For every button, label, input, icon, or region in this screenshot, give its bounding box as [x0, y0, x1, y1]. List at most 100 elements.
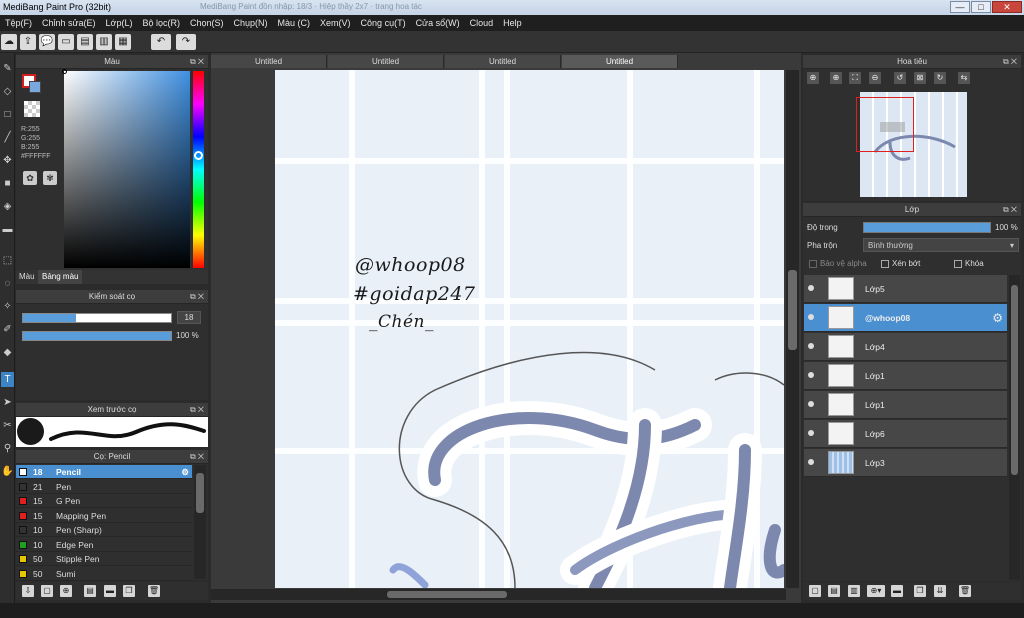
delete-icon[interactable]: 🗑 [148, 585, 160, 597]
document-icon[interactable]: ▤ [77, 34, 93, 50]
layer-row[interactable]: Lớp1 [804, 391, 1007, 419]
brush-item[interactable]: 18 Pencil ⚙ [16, 465, 192, 479]
tab-palette[interactable]: Bảng màu [38, 270, 83, 284]
fit-icon[interactable]: ⛶ [849, 72, 861, 84]
eye-icon[interactable] [808, 459, 814, 465]
canvas-horizontal-scrollbar[interactable] [211, 589, 786, 600]
layer-row[interactable]: Lớp6 [804, 420, 1007, 448]
brush-size-slider[interactable] [22, 313, 172, 323]
brush-size-value[interactable]: 18 [177, 311, 201, 324]
layer-folder-icon[interactable]: ▬ [891, 585, 903, 597]
menu-window[interactable]: Cửa sổ(W) [411, 18, 465, 28]
gear-icon[interactable]: ⚙ [992, 311, 1003, 325]
eyedropper-icon[interactable]: ⚲ [1, 441, 14, 456]
protect-alpha-checkbox[interactable]: Bảo vệ alpha [809, 259, 867, 268]
brush-item[interactable]: 50 Sumi [16, 567, 192, 581]
new-8bit-layer-icon[interactable]: ▥ [848, 585, 860, 597]
saturation-value-picker[interactable] [62, 69, 190, 268]
maximize-button[interactable]: □ [971, 1, 991, 13]
cloud-icon[interactable]: ☁ [1, 34, 17, 50]
doc-tab-1[interactable]: Untitled [211, 55, 327, 68]
bucket-tool-icon[interactable]: ◈ [1, 199, 14, 214]
cloud-download-icon[interactable]: ⇩ [22, 585, 34, 597]
clipping-checkbox[interactable]: Xén bớt [881, 259, 920, 268]
comment-icon[interactable]: 💬 [39, 34, 55, 50]
text-tool-icon[interactable]: T [1, 372, 14, 387]
layer-row[interactable]: Lớp4 [804, 333, 1007, 361]
brush-settings-icon[interactable]: ▤ [84, 585, 96, 597]
brush-tool-icon[interactable]: ╱ [1, 130, 14, 145]
eye-icon[interactable] [808, 372, 814, 378]
lasso-icon[interactable]: ◌ [1, 276, 14, 291]
layer-row[interactable]: Lớp5 [804, 275, 1007, 303]
add-brush-icon[interactable]: ⊕ [60, 585, 72, 597]
doc-tab-3[interactable]: Untitled [445, 55, 561, 68]
gear-icon[interactable]: ⚙ [181, 465, 189, 479]
duplicate-icon[interactable]: ❐ [123, 585, 135, 597]
operation-tool-icon[interactable]: ➤ [1, 395, 14, 410]
layer-opacity-slider[interactable] [863, 222, 991, 233]
lock-checkbox[interactable]: Khóa [954, 259, 984, 268]
add-layer-menu-icon[interactable]: ⊕▾ [867, 585, 885, 597]
reset-rotation-icon[interactable]: ⊠ [914, 72, 926, 84]
menu-view[interactable]: Xem(V) [315, 18, 356, 28]
merge-layer-icon[interactable]: ⇊ [934, 585, 946, 597]
rotate-left-icon[interactable]: ↺ [894, 72, 906, 84]
panel-close-icon[interactable]: ⧉ ✕ [190, 450, 204, 463]
panel-close-icon[interactable]: ⧉ ✕ [1003, 203, 1017, 216]
share-icon[interactable]: ⇪ [20, 34, 36, 50]
folder-icon[interactable]: ▬ [104, 585, 116, 597]
zoom-plus-icon[interactable]: ⊕ [830, 72, 842, 84]
brush-item[interactable]: 10 Edge Pen [16, 538, 192, 552]
blend-mode-select[interactable]: Bình thường ▾ [863, 238, 1019, 252]
menu-file[interactable]: Tệp(F) [0, 18, 37, 28]
panel-close-icon[interactable]: ⧉ ✕ [190, 403, 204, 416]
menu-color[interactable]: Màu (C) [273, 18, 316, 28]
select-pen-icon[interactable]: ✐ [1, 322, 14, 337]
navigator-thumbnail[interactable] [856, 92, 967, 197]
layer-row[interactable]: @whoop08 ⚙ [804, 304, 1007, 332]
panel-close-icon[interactable]: ⧉ ✕ [190, 290, 204, 303]
doc-tab-2[interactable]: Untitled [328, 55, 444, 68]
move-tool-icon[interactable]: ✥ [1, 153, 14, 168]
pen-tool-icon[interactable]: ✎ [1, 61, 14, 76]
undo-icon[interactable]: ↶ [151, 34, 171, 50]
new-halftone-layer-icon[interactable]: ▤ [828, 585, 840, 597]
rect-tool-icon[interactable]: □ [1, 107, 14, 122]
menu-filter[interactable]: Bộ lọc(R) [137, 18, 185, 28]
eye-icon[interactable] [808, 285, 814, 291]
menu-layer[interactable]: Lớp(L) [101, 18, 138, 28]
close-button[interactable]: ✕ [992, 1, 1022, 13]
hue-handle[interactable] [194, 151, 203, 160]
tab-color[interactable]: Màu [19, 272, 35, 281]
artboard[interactable]: @whoop08 #goidap247 _Chén_ [275, 70, 784, 588]
brush-item[interactable]: 10 Pen (Sharp) [16, 523, 192, 537]
layer-list-scroll-thumb[interactable] [1011, 285, 1018, 475]
delete-layer-icon[interactable]: 🗑 [959, 585, 971, 597]
menu-edit[interactable]: Chỉnh sửa(E) [37, 18, 101, 28]
menu-snap[interactable]: Chụp(N) [229, 18, 273, 28]
eraser-tool-icon[interactable]: ◇ [1, 84, 14, 99]
new-brush-icon[interactable]: ▢ [41, 585, 53, 597]
brush-opacity-slider[interactable] [22, 331, 172, 341]
magic-wand-icon[interactable]: ✧ [1, 299, 14, 314]
hand-tool-icon[interactable]: ✋ [1, 464, 14, 479]
menu-help[interactable]: Help [498, 18, 527, 28]
select-rect-icon[interactable]: ⬚ [1, 253, 14, 268]
panel-close-icon[interactable]: ⧉ ✕ [1003, 55, 1017, 68]
doc-tab-4[interactable]: Untitled [562, 55, 678, 68]
page-icon[interactable]: ▥ [96, 34, 112, 50]
rotate-right-icon[interactable]: ↻ [934, 72, 946, 84]
layer-list-scrollbar[interactable] [1009, 275, 1020, 580]
hue-slider[interactable] [193, 71, 204, 268]
fill-rect-tool-icon[interactable]: ■ [1, 176, 14, 191]
layer-row[interactable]: Lớp3 [804, 449, 1007, 477]
gradient-tool-icon[interactable]: ▬ [1, 222, 14, 237]
eye-icon[interactable] [808, 430, 814, 436]
brush-list-scroll-thumb[interactable] [196, 473, 204, 513]
new-layer-icon[interactable]: ▢ [809, 585, 821, 597]
brush-item[interactable]: 21 Pen [16, 480, 192, 494]
duplicate-layer-icon[interactable]: ❐ [914, 585, 926, 597]
layer-row[interactable]: Lớp1 [804, 362, 1007, 390]
brush-list-scrollbar[interactable] [194, 465, 206, 579]
